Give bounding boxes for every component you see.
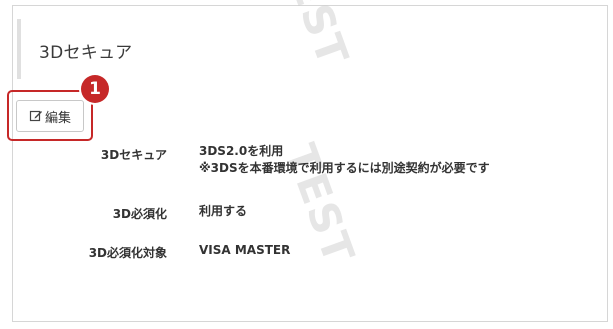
field-label-3d-required: 3D必須化 (112, 207, 167, 221)
edit-button[interactable]: 編集 (16, 100, 84, 132)
field-value-3dsecure: 3DS2.0を利用 ※3DSを本番環境で利用するには別途契約が必要です (199, 143, 490, 177)
field-value-3d-required: 利用する (199, 204, 248, 218)
field-value-3dsecure-line1: 3DS2.0を利用 (199, 144, 284, 158)
edit-icon (29, 109, 43, 123)
callout-badge: 1 (81, 75, 109, 103)
edit-button-label: 編集 (44, 110, 71, 126)
field-label-3dsecure: 3Dセキュア (100, 148, 167, 162)
section-title: 3Dセキュア (39, 43, 133, 63)
field-value-3dsecure-note: ※3DSを本番環境で利用するには別途契約が必要です (199, 161, 490, 175)
field-value-3d-required-target: VISA MASTER (199, 243, 291, 257)
section-accent-bar (17, 19, 21, 79)
field-label-3d-required-target: 3D必須化対象 (88, 246, 167, 260)
